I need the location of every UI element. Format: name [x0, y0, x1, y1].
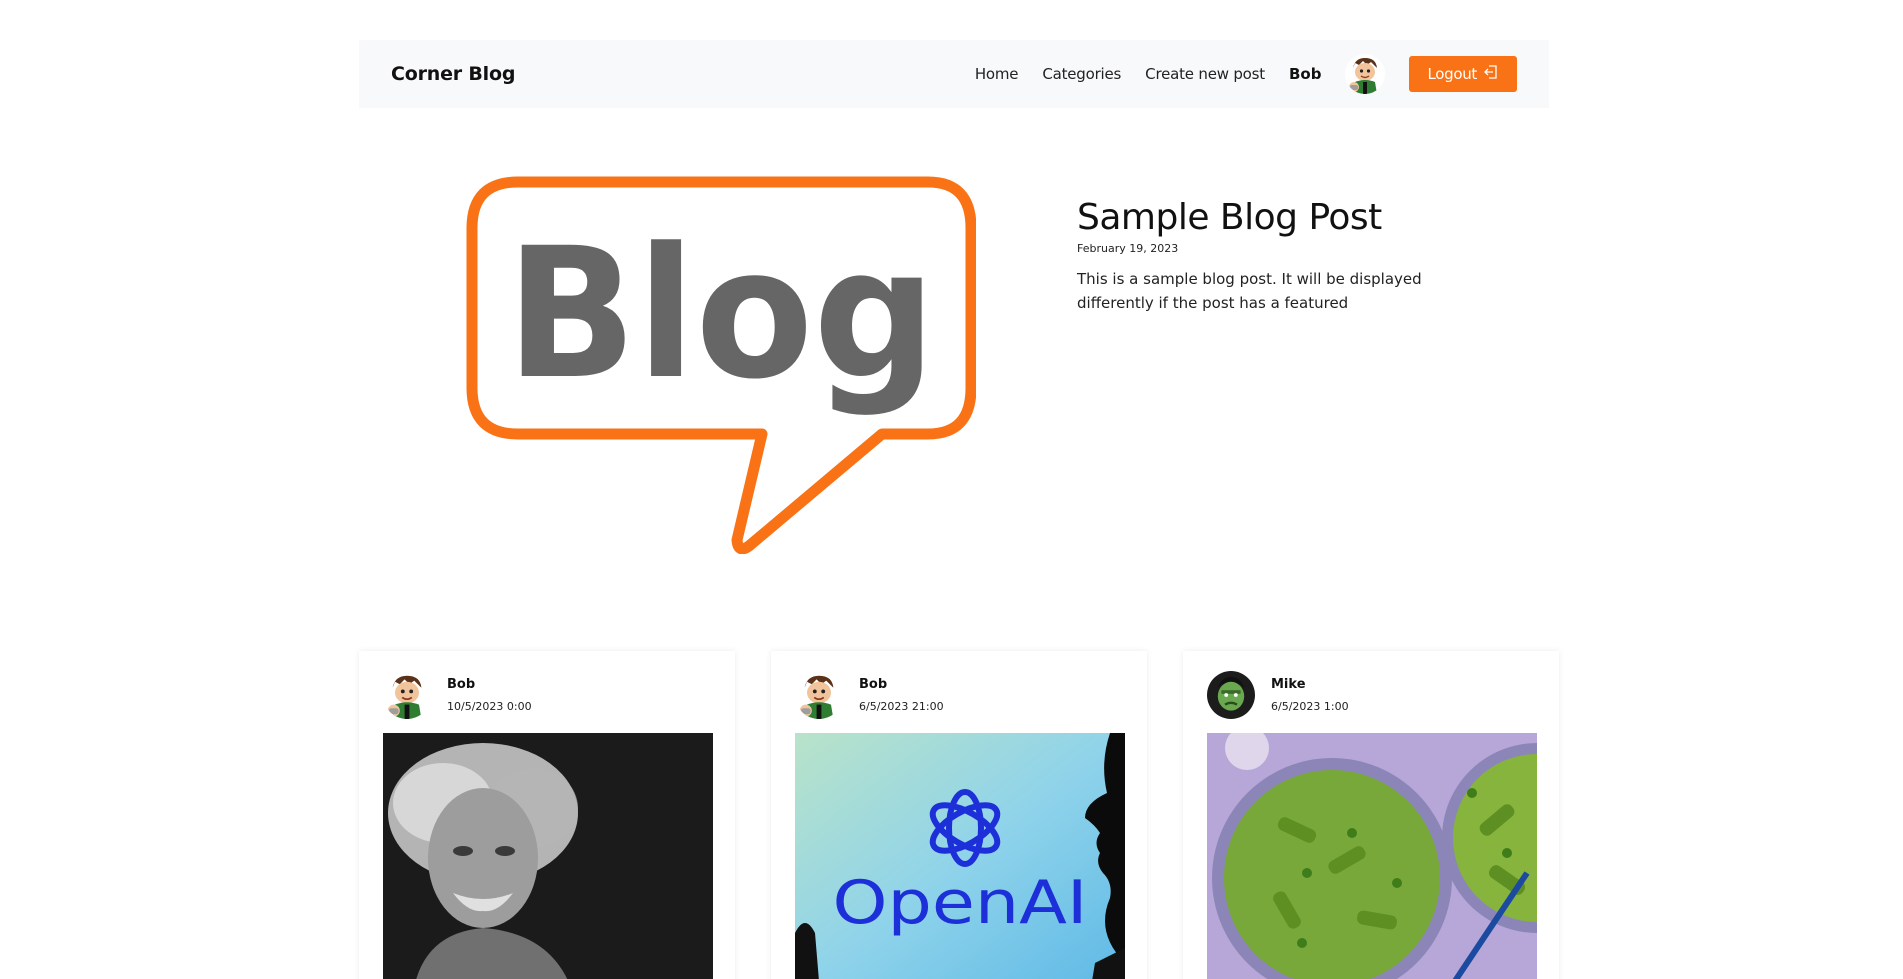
brand-logo[interactable]: Corner Blog — [391, 63, 515, 85]
post-meta: Bob 10/5/2023 0:00 — [447, 676, 532, 715]
nav-user-name[interactable]: Bob — [1289, 65, 1321, 83]
post-card[interactable]: Bob 10/5/2023 0:00 — [359, 651, 735, 979]
post-card-header: Mike 6/5/2023 1:00 — [1207, 671, 1349, 719]
logout-button[interactable]: Logout — [1409, 56, 1517, 92]
post-image-pasta[interactable] — [1207, 733, 1537, 979]
nav-link-categories[interactable]: Categories — [1042, 65, 1121, 83]
post-date: 10/5/2023 0:00 — [447, 699, 532, 713]
featured-post-date: February 19, 2023 — [1077, 242, 1179, 255]
post-author[interactable]: Bob — [859, 676, 944, 694]
post-card-header: Bob 6/5/2023 21:00 — [795, 671, 944, 719]
logout-icon — [1483, 64, 1499, 84]
featured-post-excerpt: This is a sample blog post. It will be d… — [1077, 270, 1422, 312]
featured-post: Sample Blog Post February 19, 2023 This … — [1077, 196, 1497, 315]
logout-label: Logout — [1427, 65, 1477, 83]
featured-image-blog-logo[interactable]: Blog — [466, 176, 977, 555]
post-meta: Mike 6/5/2023 1:00 — [1271, 676, 1349, 715]
user-avatar[interactable] — [1345, 54, 1386, 94]
post-image-einstein[interactable] — [383, 733, 713, 979]
post-meta: Bob 6/5/2023 21:00 — [859, 676, 944, 715]
post-card[interactable]: Bob 6/5/2023 21:00 OpenAI — [771, 651, 1147, 979]
author-avatar — [1207, 671, 1255, 719]
post-image-openai[interactable]: OpenAI — [795, 733, 1125, 979]
nav-menu: Home Categories Create new post Bob Logo… — [975, 54, 1517, 94]
post-author[interactable]: Bob — [447, 676, 532, 694]
author-avatar — [795, 671, 843, 719]
navbar: Corner Blog Home Categories Create new p… — [359, 40, 1549, 108]
nav-link-create-post[interactable]: Create new post — [1145, 65, 1265, 83]
post-card-header: Bob 10/5/2023 0:00 — [383, 671, 532, 719]
post-author[interactable]: Mike — [1271, 676, 1349, 694]
nav-link-home[interactable]: Home — [975, 65, 1019, 83]
featured-post-title[interactable]: Sample Blog Post — [1077, 196, 1497, 240]
openai-image-text: OpenAI — [833, 868, 1088, 938]
blog-logo-text: Blog — [506, 210, 936, 419]
post-card[interactable]: Mike 6/5/2023 1:00 — [1183, 651, 1559, 979]
author-avatar — [383, 671, 431, 719]
post-date: 6/5/2023 21:00 — [859, 699, 944, 713]
post-date: 6/5/2023 1:00 — [1271, 699, 1349, 713]
